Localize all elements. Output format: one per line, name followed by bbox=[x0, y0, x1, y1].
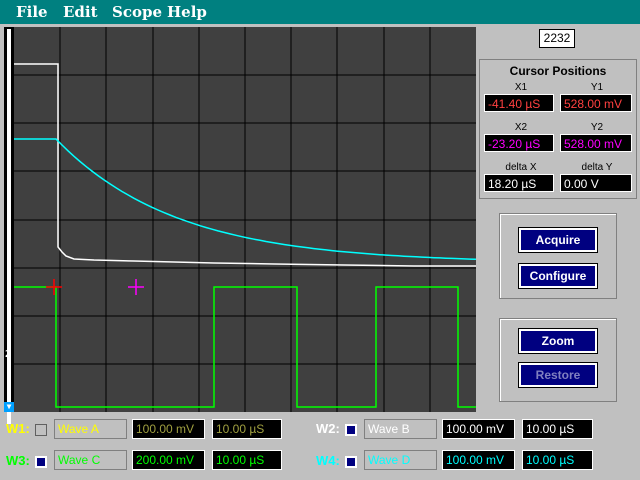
wave-2-volts[interactable]: 100.00 mV bbox=[442, 419, 515, 439]
menu-scope[interactable]: Scope bbox=[112, 3, 162, 21]
wave-3-time[interactable]: 10.00 µS bbox=[212, 450, 282, 470]
delta-y-value: 0.00 V bbox=[560, 174, 632, 192]
y2-label: Y2 bbox=[590, 122, 604, 133]
grid bbox=[14, 27, 476, 412]
wave-2-checkbox[interactable] bbox=[345, 424, 357, 436]
y1-value: 528.00 mV bbox=[560, 94, 632, 112]
scope-screen: 2 ▼ bbox=[4, 27, 476, 424]
configure-button[interactable]: Configure bbox=[518, 263, 598, 289]
y2-value: 528.00 mV bbox=[560, 134, 632, 152]
menu-edit[interactable]: Edit bbox=[63, 3, 98, 21]
wave-3-volts[interactable]: 200.00 mV bbox=[132, 450, 205, 470]
wave-1-id: W1: bbox=[6, 421, 30, 436]
waveform-svg bbox=[14, 27, 476, 412]
zoom-group: Zoom Restore bbox=[499, 318, 617, 402]
cursor-2-marker bbox=[128, 279, 144, 295]
cursor-positions-panel: Cursor Positions X1 Y1 -41.40 µS 528.00 … bbox=[479, 59, 637, 199]
wave-1-time[interactable]: 10.00 µS bbox=[212, 419, 282, 439]
delta-x-value: 18.20 µS bbox=[484, 174, 554, 192]
wave-3-name[interactable]: Wave C bbox=[54, 450, 127, 470]
y1-label: Y1 bbox=[590, 82, 604, 93]
x2-value: -23.20 µS bbox=[484, 134, 554, 152]
channel-marker: 2 bbox=[5, 349, 12, 360]
acquire-button[interactable]: Acquire bbox=[518, 227, 598, 253]
delta-y-label: delta Y bbox=[581, 162, 613, 173]
wave-3-id: W3: bbox=[6, 453, 30, 468]
wave-4-name[interactable]: Wave D bbox=[364, 450, 437, 470]
menu-bar: File Edit Scope Help bbox=[0, 0, 640, 24]
restore-button[interactable]: Restore bbox=[518, 362, 598, 388]
scroll-down-arrow-icon[interactable]: ▼ bbox=[4, 402, 14, 412]
x2-label: X2 bbox=[514, 122, 528, 133]
wave-1-checkbox[interactable] bbox=[35, 424, 47, 436]
wave-4-id: W4: bbox=[316, 453, 340, 468]
wave-2-id: W2: bbox=[316, 421, 340, 436]
menu-help[interactable]: Help bbox=[167, 3, 207, 21]
menu-file[interactable]: File bbox=[16, 3, 48, 21]
acquire-group: Acquire Configure bbox=[499, 213, 617, 299]
zoom-button[interactable]: Zoom bbox=[518, 328, 598, 354]
vertical-offset-bar[interactable]: 2 ▼ bbox=[4, 27, 14, 424]
x1-value: -41.40 µS bbox=[484, 94, 554, 112]
offset-track bbox=[7, 29, 11, 424]
wave-4-time[interactable]: 10.00 µS bbox=[522, 450, 593, 470]
wave-1-volts[interactable]: 100.00 mV bbox=[132, 419, 205, 439]
waveform-plot[interactable] bbox=[14, 27, 476, 412]
wave-1-name[interactable]: Wave A bbox=[54, 419, 127, 439]
wave-2-time[interactable]: 10.00 µS bbox=[522, 419, 593, 439]
delta-x-label: delta X bbox=[505, 162, 537, 173]
x1-label: X1 bbox=[514, 82, 528, 93]
wave-4-volts[interactable]: 100.00 mV bbox=[442, 450, 515, 470]
cursor-panel-title: Cursor Positions bbox=[509, 64, 607, 78]
sample-counter: 2232 bbox=[539, 29, 575, 48]
wave-3-checkbox[interactable] bbox=[35, 456, 47, 468]
wave-4-checkbox[interactable] bbox=[345, 456, 357, 468]
wave-2-name[interactable]: Wave B bbox=[364, 419, 437, 439]
